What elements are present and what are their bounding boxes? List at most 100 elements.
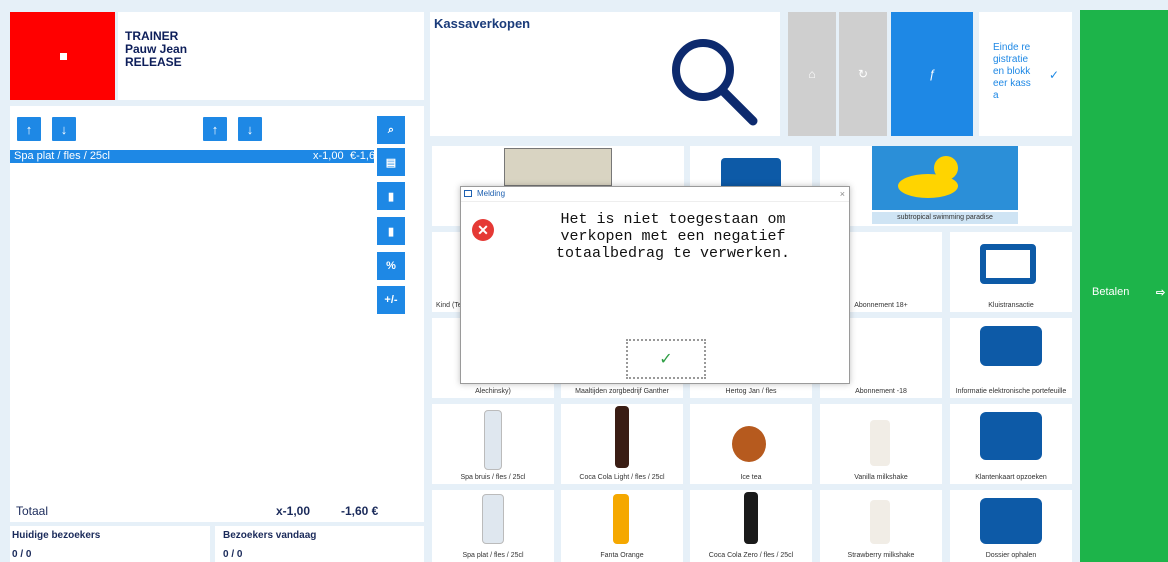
florin-button[interactable]: ƒ xyxy=(891,12,973,136)
pay-label: Betalen xyxy=(1092,286,1130,298)
tile-label: Dossier ophalen xyxy=(985,552,1037,559)
tile-label: Spa bruis / fles / 25cl xyxy=(460,474,526,481)
plus-minus-button[interactable]: +/- xyxy=(377,286,405,314)
magnifier-icon xyxy=(672,39,758,126)
discount-button[interactable]: % xyxy=(377,252,405,280)
tile-label: Maaltijden zorgbedrijf Ganther xyxy=(575,388,669,395)
dialog-message: Het is niet toegestaan om verkopen met e… xyxy=(555,211,791,262)
card-icon: ▤ xyxy=(385,156,397,169)
tile-label: Kluistransactie xyxy=(988,302,1034,309)
artwork-image xyxy=(504,148,612,186)
delete-all-button[interactable]: ▮ xyxy=(377,217,405,245)
customer-card-tile[interactable]: Klantenkaart opzoeken xyxy=(950,404,1072,484)
tile-label: Informatie elektronische portefeuille xyxy=(955,388,1067,395)
bottle-icon xyxy=(613,494,629,544)
move-down-button[interactable]: ↓ xyxy=(238,117,262,141)
refresh-icon: ↻ xyxy=(857,67,869,81)
product-tile[interactable]: Coca Cola Light / fles / 25cl xyxy=(561,404,683,484)
product-tile[interactable]: Spa bruis / fles / 25cl xyxy=(432,404,554,484)
percent-icon: % xyxy=(386,260,396,272)
tile-label: Abonnement -18 xyxy=(855,388,907,395)
wallet-icon xyxy=(980,326,1042,366)
current-visitors: Huidige bezoekers 0 / 0 xyxy=(10,526,210,562)
home-icon: ⌂ xyxy=(808,67,816,81)
search-item-button[interactable]: ⌕ xyxy=(377,116,405,144)
card-button[interactable]: ▤ xyxy=(377,148,405,176)
ok-button[interactable]: ✓ xyxy=(626,339,706,379)
product-tile[interactable]: Strawberry milkshake xyxy=(820,490,942,562)
florin-icon: ƒ xyxy=(928,67,936,81)
bottle-icon xyxy=(615,406,629,468)
glass-icon xyxy=(732,426,766,462)
safe-icon xyxy=(980,244,1036,284)
stop-button[interactable] xyxy=(10,12,115,100)
product-tile[interactable]: Coca Cola Zero / fles / 25cl xyxy=(690,490,812,562)
error-icon: ✕ xyxy=(472,219,494,241)
milkshake-icon xyxy=(870,500,890,544)
visitors-today-label: Bezoekers vandaag xyxy=(223,530,317,541)
window-icon xyxy=(464,190,472,197)
dialog-titlebar: Melding × xyxy=(461,187,849,202)
check-icon: ✓ xyxy=(659,351,673,368)
camera-folder-icon xyxy=(980,498,1042,544)
fetch-file-tile[interactable]: Dossier ophalen xyxy=(950,490,1072,562)
total-label: Totaal xyxy=(16,504,49,518)
scroll-down-button[interactable]: ↓ xyxy=(52,117,76,141)
end-registration-label: Einde registratie en blokkeer kassa xyxy=(993,42,1031,101)
dialog-title: Melding xyxy=(477,189,506,198)
tile-label: Coca Cola Zero / fles / 25cl xyxy=(708,552,794,559)
order-line[interactable]: Spa plat / fles / 25cl x-1,00 €-1,60 xyxy=(10,150,381,163)
message-dialog: Melding × ✕ Het is niet toegestaan om ve… xyxy=(460,186,850,384)
search-icon: ⌕ xyxy=(387,123,395,136)
product-tile[interactable]: Spa plat / fles / 25cl xyxy=(432,490,554,562)
total-price: -1,60 € xyxy=(341,504,379,518)
trash-icon: ▮ xyxy=(387,190,395,203)
tile-label: Spa plat / fles / 25cl xyxy=(462,552,524,559)
tile-label: Fanta Orange xyxy=(600,552,644,559)
visitors-today-value: 0 / 0 xyxy=(223,549,243,560)
close-icon[interactable]: × xyxy=(840,187,845,201)
current-visitors-label: Huidige bezoekers xyxy=(12,530,101,541)
page-title: Kassaverkopen xyxy=(434,16,531,31)
order-total: Totaal x-1,00 -1,60 € xyxy=(10,500,424,522)
locker-transaction-tile[interactable]: Kluistransactie xyxy=(950,232,1072,312)
home-button[interactable]: ⌂ xyxy=(788,12,836,136)
total-qty: x-1,00 xyxy=(276,504,311,518)
duck-image xyxy=(872,146,1018,210)
move-up-button[interactable]: ↑ xyxy=(203,117,227,141)
swimming-label: subtropical swimming paradise xyxy=(872,212,1018,224)
product-tile[interactable]: Ice tea xyxy=(690,404,812,484)
arrow-right-icon: ⇨ xyxy=(1156,287,1166,299)
tile-label: Klantenkaart opzoeken xyxy=(975,474,1047,481)
visitors-today: Bezoekers vandaag 0 / 0 xyxy=(215,526,424,562)
environment-label: RELEASE xyxy=(125,55,182,69)
product-tile[interactable]: Vanilla milkshake xyxy=(820,404,942,484)
tile-label: Ice tea xyxy=(740,474,762,481)
search-panel[interactable]: Kassaverkopen xyxy=(430,12,780,136)
check-icon: ✓ xyxy=(1049,68,1060,82)
wallet-info-tile[interactable]: Informatie elektronische portefeuille xyxy=(950,318,1072,398)
person-folder-icon xyxy=(980,412,1042,460)
delete-line-button[interactable]: ▮ xyxy=(377,182,405,210)
scroll-up-button[interactable]: ↑ xyxy=(17,117,41,141)
product-tile[interactable]: Fanta Orange xyxy=(561,490,683,562)
bottle-icon xyxy=(484,410,502,470)
tile-label: Coca Cola Light / fles / 25cl xyxy=(579,474,665,481)
tile-label: Alechinsky) xyxy=(475,388,511,395)
refresh-button[interactable]: ↻ xyxy=(839,12,887,136)
plus-minus-label: +/- xyxy=(384,294,398,306)
tile-label: Vanilla milkshake xyxy=(854,474,908,481)
milkshake-icon xyxy=(870,420,890,466)
tile-label: Hertog Jan / fles xyxy=(725,388,777,395)
trash-all-icon: ▮ xyxy=(387,225,395,238)
pay-button[interactable]: Betalen ⇨ xyxy=(1080,10,1168,562)
stop-icon xyxy=(59,53,67,60)
swimming-tile[interactable]: subtropical swimming paradise xyxy=(820,146,1072,226)
order-line-item: Spa plat / fles / 25cl xyxy=(14,150,110,162)
tile-label: Strawberry milkshake xyxy=(847,552,915,559)
end-registration-button[interactable]: Einde registratie en blokkeer kassa ✓ xyxy=(979,12,1072,136)
current-visitors-value: 0 / 0 xyxy=(12,549,32,560)
bottle-icon xyxy=(482,494,504,544)
order-line-qty: x-1,00 xyxy=(313,150,344,162)
bottle-icon xyxy=(744,492,758,544)
